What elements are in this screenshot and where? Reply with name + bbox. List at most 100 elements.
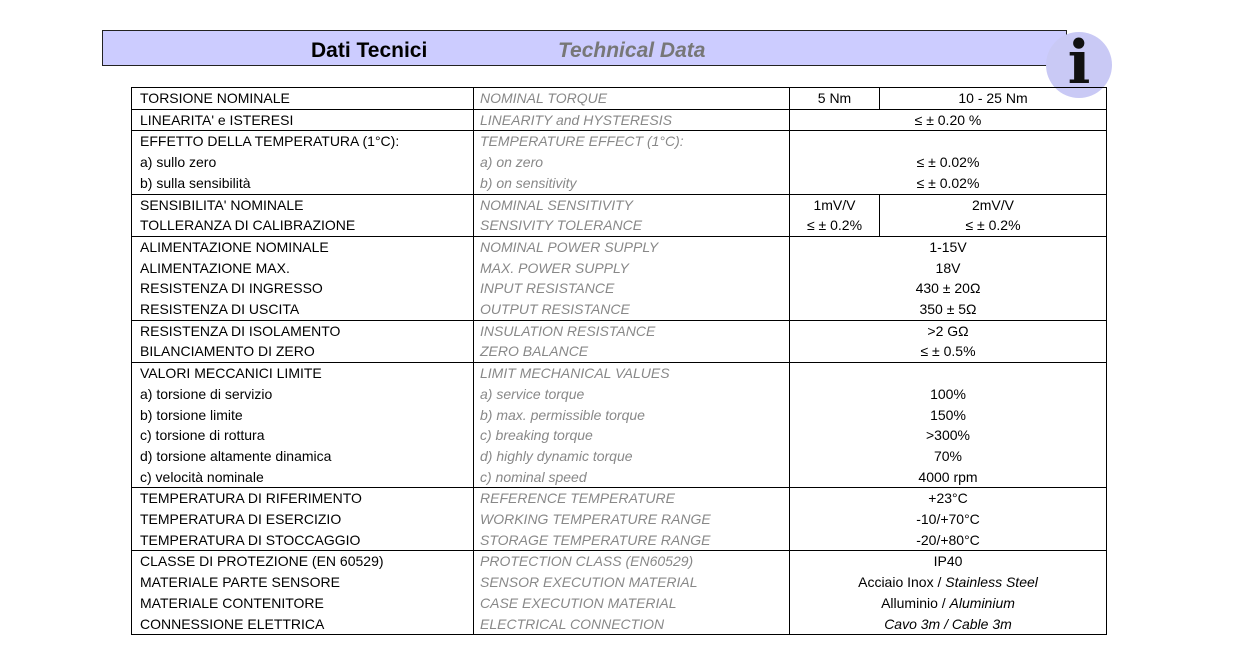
label-english: b) max. permissible torque [473, 404, 790, 426]
label-italian: CONNESSIONE ELETTRICA [131, 613, 474, 636]
table-row: TOLLERANZA DI CALIBRAZIONE SENSIVITY TOL… [131, 215, 1107, 237]
value-italian: Alluminio / [881, 594, 950, 611]
value-cell: >2 GΩ [789, 319, 1107, 342]
value-english: Aluminium [949, 594, 1015, 611]
value-english: Cavo 3m / Cable 3m [884, 615, 1012, 632]
label-english: a) on zero [473, 152, 790, 173]
value-cell: 1mV/V [789, 193, 880, 216]
label-italian: c) torsione di rottura [131, 425, 474, 446]
label-english: d) highly dynamic torque [473, 445, 790, 467]
value-cell: ≤ ± 0.2% [879, 215, 1107, 237]
table-row: SENSIBILITA' NOMINALE NOMINAL SENSITIVIT… [131, 193, 1107, 216]
value-cell: -10/+70°C [789, 509, 1107, 530]
table-row: TEMPERATURA DI RIFERIMENTO REFERENCE TEM… [131, 487, 1107, 510]
value-cell: Alluminio / Aluminium [789, 592, 1107, 614]
value-cell: +23°C [789, 487, 1107, 510]
value-cell: 4000 rpm [789, 466, 1107, 488]
technical-data-table: TORSIONE NOMINALE NOMINAL TORQUE 5 Nm 10… [131, 87, 1107, 636]
label-italian: VALORI MECCANICI LIMITE [131, 362, 474, 384]
label-italian: b) torsione limite [131, 404, 474, 426]
label-italian: d) torsione altamente dinamica [131, 445, 474, 467]
value-cell: ≤ ± 0.5% [789, 341, 1107, 363]
label-italian: MATERIALE PARTE SENSORE [131, 572, 474, 593]
table-row: b) torsione limite b) max. permissible t… [131, 404, 1107, 426]
label-italian: a) torsione di servizio [131, 383, 474, 405]
value-cell: 2mV/V [879, 193, 1107, 216]
label-italian: ALIMENTAZIONE MAX. [131, 257, 474, 279]
label-english: INPUT RESISTANCE [473, 278, 790, 300]
label-italian: MATERIALE CONTENITORE [131, 592, 474, 614]
label-english: ELECTRICAL CONNECTION [473, 613, 790, 636]
table-row: CLASSE DI PROTEZIONE (EN 60529) PROTECTI… [131, 550, 1107, 573]
table-row: TORSIONE NOMINALE NOMINAL TORQUE 5 Nm 10… [131, 87, 1107, 110]
value-cell: 1-15V [789, 235, 1107, 258]
value-cell: 350 ± 5Ω [789, 299, 1107, 321]
label-english: MAX. POWER SUPPLY [473, 257, 790, 279]
label-english: LINEARITY and HYSTERESIS [473, 108, 790, 131]
table-row: CONNESSIONE ELETTRICA ELECTRICAL CONNECT… [131, 613, 1107, 636]
label-english: a) service torque [473, 383, 790, 405]
label-italian: a) sullo zero [131, 152, 474, 173]
label-italian: RESISTENZA DI ISOLAMENTO [131, 319, 474, 342]
label-italian: ALIMENTAZIONE NOMINALE [131, 235, 474, 258]
value-cell: ≤ ± 0.02% [789, 152, 1107, 173]
label-italian: TEMPERATURA DI ESERCIZIO [131, 509, 474, 530]
table-row: a) sullo zero a) on zero ≤ ± 0.02% [131, 152, 1107, 173]
label-english: STORAGE TEMPERATURE RANGE [473, 529, 790, 551]
label-english: b) on sensitivity [473, 172, 790, 195]
table-row: BILANCIAMENTO DI ZERO ZERO BALANCE ≤ ± 0… [131, 341, 1107, 363]
label-english: NOMINAL SENSITIVITY [473, 193, 790, 216]
label-english: SENSIVITY TOLERANCE [473, 215, 790, 237]
label-english: PROTECTION CLASS (EN60529) [473, 550, 790, 573]
value-italian: Acciaio Inox / [858, 574, 946, 591]
table-row: c) torsione di rottura c) breaking torqu… [131, 425, 1107, 446]
value-cell: ≤ ± 0.02% [789, 172, 1107, 195]
table-row: ALIMENTAZIONE NOMINALE NOMINAL POWER SUP… [131, 235, 1107, 258]
value-cell: 5 Nm [789, 87, 880, 110]
label-italian: c) velocità nominale [131, 466, 474, 488]
label-english: ZERO BALANCE [473, 341, 790, 363]
label-english: c) nominal speed [473, 466, 790, 488]
label-english: REFERENCE TEMPERATURE [473, 487, 790, 510]
label-english: WORKING TEMPERATURE RANGE [473, 509, 790, 530]
label-italian: LINEARITA' e ISTERESI [131, 108, 474, 131]
label-english: NOMINAL TORQUE [473, 87, 790, 110]
value-cell: Cavo 3m / Cable 3m [789, 613, 1107, 636]
label-english: LIMIT MECHANICAL VALUES [473, 362, 790, 384]
label-english: TEMPERATURE EFFECT (1°C): [473, 130, 790, 153]
value-cell: 18V [789, 257, 1107, 279]
value-cell: 150% [789, 404, 1107, 426]
value-cell: 100% [789, 383, 1107, 405]
table-row: d) torsione altamente dinamica d) highly… [131, 445, 1107, 467]
label-italian: BILANCIAMENTO DI ZERO [131, 341, 474, 363]
label-english: SENSOR EXECUTION MATERIAL [473, 572, 790, 593]
label-italian: TEMPERATURA DI STOCCAGGIO [131, 529, 474, 551]
section-header: Dati Tecnici Technical Data [102, 30, 1067, 66]
label-italian: TORSIONE NOMINALE [131, 87, 474, 110]
value-cell: IP40 [789, 550, 1107, 573]
table-row: TEMPERATURA DI STOCCAGGIO STORAGE TEMPER… [131, 529, 1107, 551]
value-cell: ≤ ± 0.20 % [789, 108, 1107, 131]
label-italian: TEMPERATURA DI RIFERIMENTO [131, 487, 474, 510]
table-row: EFFETTO DELLA TEMPERATURA (1°C): TEMPERA… [131, 130, 1107, 153]
label-italian: EFFETTO DELLA TEMPERATURA (1°C): [131, 130, 474, 153]
title-english: Technical Data [558, 39, 706, 62]
value-cell: -20/+80°C [789, 529, 1107, 551]
table-row: RESISTENZA DI USCITA OUTPUT RESISTANCE 3… [131, 299, 1107, 321]
label-italian: SENSIBILITA' NOMINALE [131, 193, 474, 216]
table-row: VALORI MECCANICI LIMITE LIMIT MECHANICAL… [131, 362, 1107, 384]
label-italian: b) sulla sensibilità [131, 172, 474, 195]
value-english: Stainless Steel [945, 574, 1038, 591]
table-row: RESISTENZA DI INGRESSO INPUT RESISTANCE … [131, 278, 1107, 300]
table-row: RESISTENZA DI ISOLAMENTO INSULATION RESI… [131, 319, 1107, 342]
label-italian: CLASSE DI PROTEZIONE (EN 60529) [131, 550, 474, 573]
table-row: ALIMENTAZIONE MAX. MAX. POWER SUPPLY 18V [131, 257, 1107, 279]
value-cell: 10 - 25 Nm [879, 87, 1107, 110]
table-row: MATERIALE PARTE SENSORE SENSOR EXECUTION… [131, 572, 1107, 593]
label-english: OUTPUT RESISTANCE [473, 299, 790, 321]
title-italian: Dati Tecnici [311, 39, 428, 62]
value-cell [789, 130, 1107, 153]
value-cell: Acciaio Inox / Stainless Steel [789, 572, 1107, 593]
table-row: LINEARITA' e ISTERESI LINEARITY and HYST… [131, 108, 1107, 131]
value-cell [789, 362, 1107, 384]
